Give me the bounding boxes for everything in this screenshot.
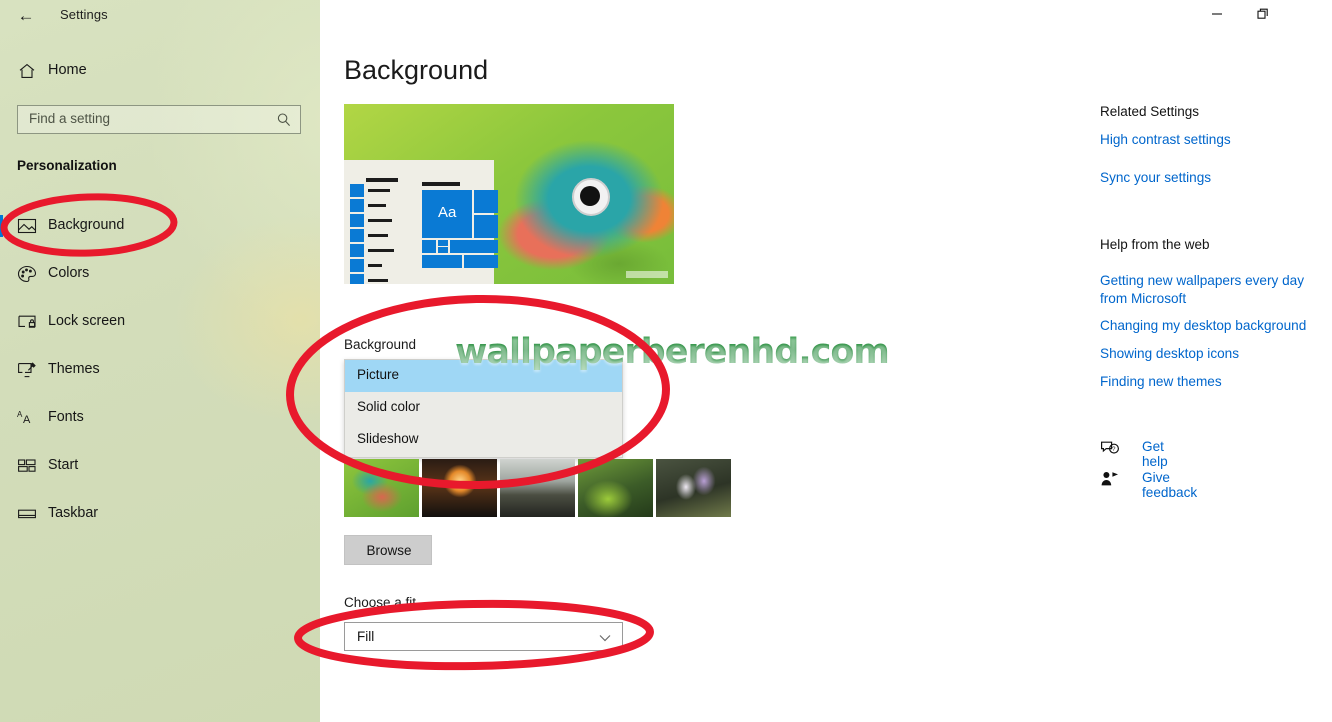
help-from-web-heading: Help from the web (1100, 237, 1210, 252)
choose-a-fit-label: Choose a fit (344, 595, 417, 610)
main-content: Background Aa Background Picture Solid c… (320, 0, 1332, 722)
sidebar-item-start-label: Start (48, 457, 79, 473)
feedback-person-icon (1100, 470, 1120, 488)
give-feedback-label: Give feedback (1142, 470, 1198, 500)
chevron-down-icon[interactable] (598, 631, 612, 643)
sidebar-item-fonts[interactable]: A A Fonts (0, 398, 320, 438)
sidebar-item-start[interactable]: Start (0, 446, 320, 486)
picture-icon (17, 217, 37, 235)
purple-flower-thumbnail[interactable] (656, 459, 731, 517)
green-leaves-thumbnail[interactable] (578, 459, 653, 517)
sidebar-item-taskbar[interactable]: Taskbar (0, 494, 320, 534)
sidebar-item-lock-screen[interactable]: Lock screen (0, 302, 320, 342)
browse-button-label: Browse (366, 543, 412, 558)
sidebar-item-background-label: Background (48, 217, 125, 233)
sunset-street-thumbnail[interactable] (422, 459, 497, 517)
related-settings-rail: Related Settings High contrast settings … (1100, 0, 1332, 722)
mountain-thumbnail[interactable] (500, 459, 575, 517)
link-high-contrast-settings[interactable]: High contrast settings (1100, 131, 1231, 149)
frog-thumbnail[interactable] (344, 459, 419, 517)
picture-thumbnail-list (344, 459, 764, 517)
dropdown-option-picture-label: Picture (357, 367, 400, 382)
background-section-label: Background (344, 337, 417, 352)
sidebar-item-home[interactable]: Home (14, 60, 294, 86)
sidebar-item-taskbar-label: Taskbar (48, 505, 99, 521)
link-sync-your-settings[interactable]: Sync your settings (1100, 169, 1211, 187)
preview-frog-pupil (580, 186, 600, 206)
dropdown-option-slideshow[interactable]: Slideshow (345, 424, 622, 456)
search-icon[interactable] (276, 112, 292, 128)
choose-a-fit-select[interactable]: Fill (344, 622, 623, 651)
page-title: Background (344, 55, 489, 85)
search-input[interactable]: Find a setting (17, 105, 301, 134)
sidebar-item-background[interactable]: Background (0, 206, 320, 246)
app-title: Settings (60, 7, 108, 22)
brush-icon (17, 361, 37, 379)
taskbar-icon (17, 505, 37, 523)
sidebar-category-heading: Personalization (17, 158, 117, 173)
get-help-label: Get help (1142, 439, 1168, 469)
related-settings-heading: Related Settings (1100, 104, 1200, 119)
selection-indicator (0, 215, 3, 237)
choose-a-fit-value: Fill (357, 629, 375, 644)
back-arrow-icon[interactable]: ← (14, 6, 38, 26)
sidebar-item-themes[interactable]: Themes (0, 350, 320, 390)
lock-screen-icon (17, 313, 37, 331)
sidebar: ← Settings Home Find a setting Personali… (0, 0, 320, 722)
start-grid-icon (17, 457, 37, 475)
link-showing-desktop-icons[interactable]: Showing desktop icons (1100, 345, 1239, 363)
browse-button[interactable]: Browse (344, 535, 432, 565)
svg-text:A: A (23, 414, 31, 426)
home-icon (17, 61, 37, 81)
settings-window: ← Settings Home Find a setting Personali… (0, 0, 1332, 722)
wallpaper-preview: Aa (344, 104, 674, 284)
help-chat-icon: ? (1100, 439, 1120, 457)
sidebar-item-fonts-label: Fonts (48, 409, 84, 425)
search-placeholder: Find a setting (29, 111, 111, 126)
dropdown-option-solid-color-label: Solid color (357, 399, 421, 414)
sidebar-item-themes-label: Themes (48, 361, 100, 377)
preview-bing-watermark (626, 271, 668, 278)
sidebar-item-colors-label: Colors (48, 265, 90, 281)
dropdown-option-slideshow-label: Slideshow (357, 431, 419, 446)
palette-icon (17, 265, 37, 283)
preview-tile-label: Aa (438, 204, 457, 221)
link-finding-new-themes[interactable]: Finding new themes (1100, 373, 1222, 391)
background-dropdown-list[interactable]: Picture Solid color Slideshow (344, 359, 623, 458)
link-changing-desktop-background[interactable]: Changing my desktop background (1100, 317, 1306, 335)
sidebar-titlebar: ← Settings (0, 0, 320, 30)
dropdown-option-solid-color[interactable]: Solid color (345, 392, 622, 424)
sidebar-item-colors[interactable]: Colors (0, 254, 320, 294)
dropdown-option-picture[interactable]: Picture (345, 360, 622, 392)
sidebar-item-lock-screen-label: Lock screen (48, 313, 126, 329)
font-aa-icon: A A (17, 409, 37, 427)
link-getting-new-wallpapers[interactable]: Getting new wallpapers every day from Mi… (1100, 272, 1318, 308)
sidebar-item-home-label: Home (48, 62, 87, 78)
